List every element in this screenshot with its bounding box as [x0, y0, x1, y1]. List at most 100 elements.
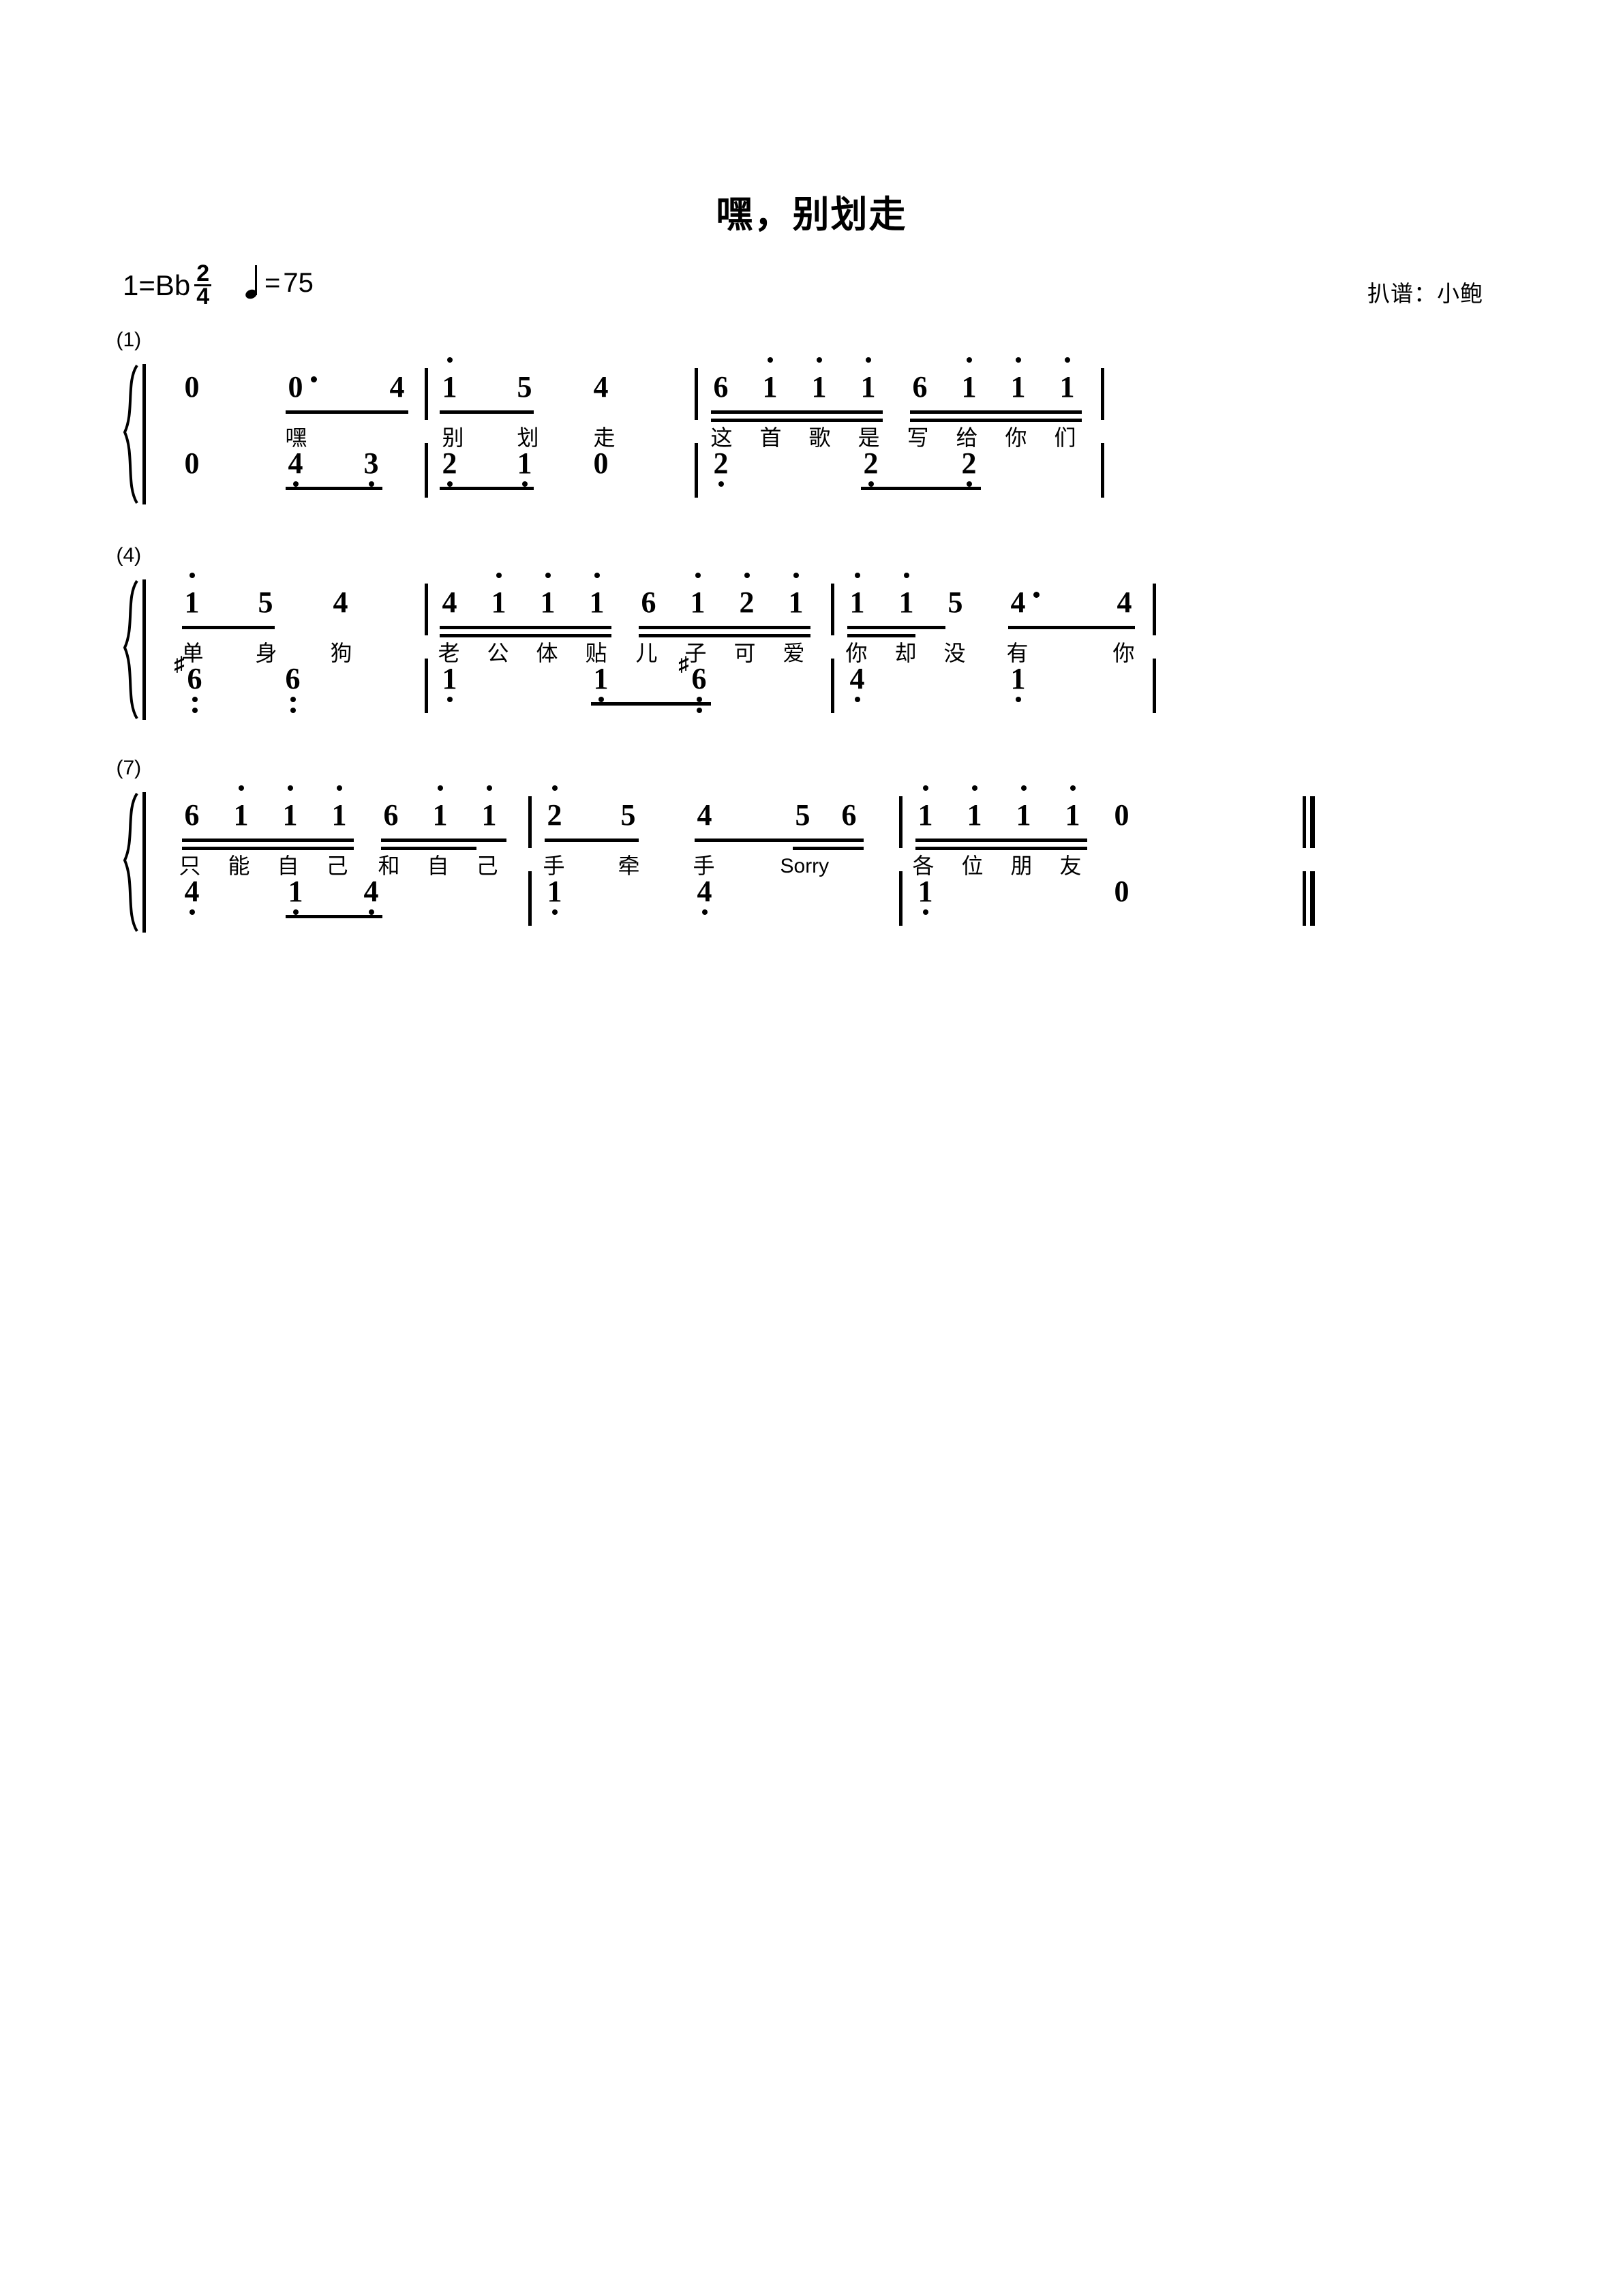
system-1-measure-number: (1) [116, 329, 142, 351]
score-meta-row: 1=Bb 2 4 = 75 扒谱：小鲍 [0, 262, 1623, 338]
note: 2 [864, 449, 879, 487]
beam [915, 839, 1087, 842]
note: 0 [1114, 798, 1129, 832]
tempo-equals: = [264, 268, 281, 298]
beam [909, 410, 1082, 414]
note: 4 [442, 586, 457, 619]
note: 1 [594, 664, 609, 702]
note: 1 [433, 785, 448, 830]
note: 1 [850, 573, 865, 618]
system-3-measure-number: (7) [116, 757, 142, 779]
beam [909, 419, 1082, 422]
note: 1 [517, 449, 532, 487]
barline [898, 871, 902, 926]
note: 1 [491, 573, 506, 618]
melody-staff-1: 0 0 4 1 5 4 6 1 1 1 6 1 1 1 嘿 别 划 走 这 首 … [149, 356, 1514, 449]
note: 5 [517, 370, 532, 404]
system-start-barline-1 [142, 364, 146, 504]
note: 4 [1011, 588, 1040, 618]
note: 4 [185, 877, 200, 915]
beam [638, 634, 810, 637]
note: 1 [962, 357, 977, 402]
barline [1100, 443, 1104, 498]
bass-staff-2: 6 ♯ 6 1 1 6 ♯ 4 1 [149, 654, 1514, 736]
sharp-icon: ♯ [174, 653, 185, 676]
note: 6 [641, 586, 656, 619]
beam [590, 702, 711, 706]
barline [424, 443, 428, 498]
note: 5 [795, 798, 810, 832]
barline [528, 796, 532, 848]
note: 6 ♯ [175, 654, 202, 713]
beam [710, 410, 883, 414]
beam [285, 487, 382, 490]
tempo-bpm: 75 [283, 268, 314, 298]
final-barline [1302, 796, 1315, 848]
note: 2 [547, 785, 562, 830]
page-title: 嘿，别划走 [716, 194, 907, 235]
note: 6 ♯ [679, 654, 707, 713]
note: 1 [541, 573, 556, 618]
note: 4 [333, 586, 348, 619]
barline [830, 659, 834, 713]
beam [380, 847, 476, 850]
note: 6 [184, 798, 200, 832]
note: 2 [442, 449, 457, 487]
key-label: 1=Bb [123, 269, 191, 301]
arranger-credit: 扒谱：小鲍 [1367, 282, 1483, 307]
note: 6 [713, 370, 729, 404]
barline [898, 796, 902, 848]
beam [847, 626, 945, 629]
beam [860, 487, 981, 490]
beam [285, 410, 408, 414]
note: 4 [697, 877, 712, 915]
note: 1 [1065, 785, 1080, 830]
beam [439, 626, 611, 629]
note: 6 [912, 370, 928, 404]
note: 4 [288, 449, 303, 487]
system-brace-3 [119, 792, 142, 933]
bass-staff-3: 4 1 4 1 4 1 0 [149, 867, 1514, 949]
system-brace-1 [119, 364, 142, 504]
barline [1152, 659, 1156, 713]
note: 0 [184, 370, 200, 404]
melody-staff-3: 6 1 1 1 6 1 1 2 5 4 5 6 1 1 1 1 0 只 能 自 [149, 784, 1514, 877]
bass-staff-1: 0 4 3 2 1 0 2 2 2 [149, 439, 1514, 521]
note: 1 [763, 357, 778, 402]
system-brace-2 [119, 579, 142, 720]
music-system-1: (1) 0 0 4 1 5 4 6 1 1 1 6 1 1 1 嘿 别 划 走 … [110, 329, 1514, 521]
note: 1 [1011, 357, 1026, 402]
key-signature: 1=Bb 2 4 [123, 262, 212, 308]
beam [285, 915, 382, 918]
barline [528, 871, 532, 926]
note: 1 [288, 877, 303, 915]
note: 1 [332, 785, 347, 830]
barline [830, 584, 834, 635]
music-system-3: (7) 6 1 1 1 6 1 1 2 5 4 5 6 1 1 1 1 0 只 … [110, 757, 1514, 949]
note: 0 [184, 447, 200, 480]
beam [380, 839, 506, 842]
beam [181, 626, 275, 629]
note: 6 [841, 798, 857, 832]
barline [424, 368, 428, 420]
note: 1 [283, 785, 298, 830]
barline [424, 659, 428, 713]
beam [181, 847, 354, 850]
time-signature-numerator: 2 [194, 262, 212, 287]
note: 1 [967, 785, 982, 830]
time-signature: 2 4 [194, 262, 212, 308]
beam [710, 419, 883, 422]
note: 5 [947, 586, 963, 619]
note: 1 [918, 877, 933, 915]
note: 1 [861, 357, 876, 402]
beam [915, 847, 1087, 850]
barline [1152, 584, 1156, 635]
music-system-2: (4) 1 5 4 4 1 1 1 6 1 2 1 1 1 5 4 4 单 身 … [110, 544, 1514, 736]
system-2-measure-number: (4) [116, 544, 142, 567]
beam [181, 839, 354, 842]
beam [792, 847, 864, 850]
note: 1 [1060, 357, 1075, 402]
note: 1 [899, 573, 914, 618]
note: 0 [593, 447, 609, 480]
note: 1 [442, 357, 457, 402]
